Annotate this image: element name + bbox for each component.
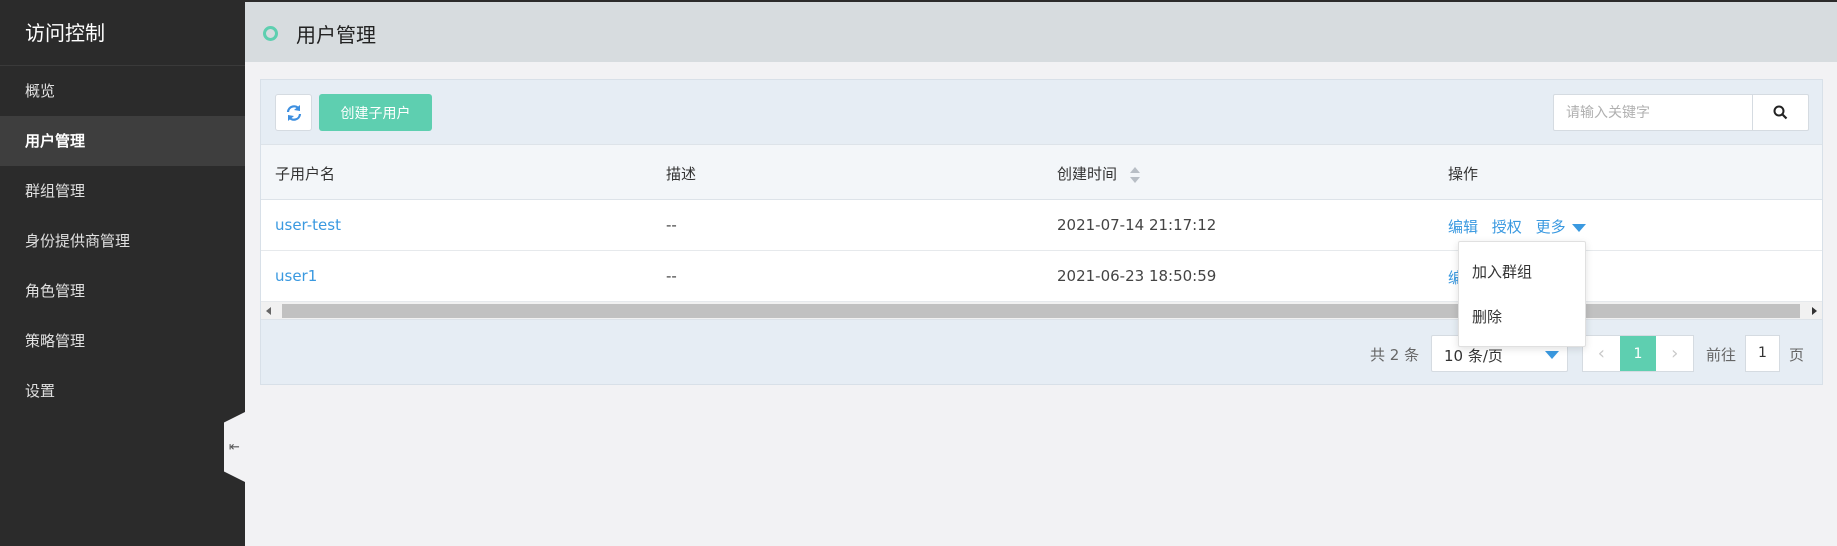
refresh-button[interactable] <box>275 94 312 131</box>
status-dot-icon <box>263 26 278 41</box>
caret-down-icon <box>1571 223 1586 232</box>
sidebar-menu: 概览 用户管理 群组管理 身份提供商管理 角色管理 策略管理 设置 <box>0 66 245 416</box>
toolbar: 创建子用户 <box>261 80 1822 144</box>
horizontal-scrollbar[interactable] <box>261 302 1822 320</box>
menu-item-add-to-group[interactable]: 加入群组 <box>1459 250 1585 295</box>
search-button[interactable] <box>1752 95 1808 130</box>
description-cell: -- <box>666 267 677 285</box>
collapse-left-icon: ⇤ <box>229 439 240 455</box>
actions-cell: 编辑 授权 更多 <box>1448 216 1586 237</box>
sidebar-item-groups[interactable]: 群组管理 <box>0 166 245 216</box>
created-time-cell: 2021-07-14 21:17:12 <box>1057 216 1217 234</box>
pager: ‹ 1 › <box>1582 335 1694 372</box>
sidebar: 访问控制 概览 用户管理 群组管理 身份提供商管理 角色管理 策略管理 设置 <box>0 0 245 546</box>
total-count: 共 2 条 <box>1370 346 1420 364</box>
more-label: 更多 <box>1535 218 1566 236</box>
table-row: user1 -- 2021-06-23 18:50:59 编 <box>261 251 1822 302</box>
scroll-left-icon[interactable] <box>266 307 271 315</box>
page-number-current[interactable]: 1 <box>1619 336 1657 371</box>
edit-link[interactable]: 编辑 <box>1448 218 1478 236</box>
search-box <box>1553 94 1809 131</box>
goto-page-input[interactable]: 1 <box>1745 335 1780 372</box>
search-input[interactable] <box>1554 95 1754 130</box>
goto-label: 前往 <box>1706 346 1737 364</box>
authorize-link[interactable]: 授权 <box>1492 218 1522 236</box>
column-header-actions: 操作 <box>1448 165 1479 183</box>
sort-icon[interactable] <box>1129 166 1140 183</box>
prev-page-button[interactable]: ‹ <box>1583 336 1620 371</box>
sidebar-item-identity-providers[interactable]: 身份提供商管理 <box>0 216 245 266</box>
table-header: 子用户名 描述 创建时间 操作 <box>261 144 1822 200</box>
menu-item-delete[interactable]: 删除 <box>1459 295 1585 340</box>
page-header: 用户管理 <box>245 0 1837 62</box>
table-row: user-test -- 2021-07-14 21:17:12 编辑 授权 更… <box>261 200 1822 251</box>
user-list-panel: 创建子用户 子用户名 描述 创建时间 操作 user-test -- 2021 <box>260 79 1823 385</box>
created-time-cell: 2021-06-23 18:50:59 <box>1057 267 1217 285</box>
next-page-button[interactable]: › <box>1656 336 1693 371</box>
pagination: 共 2 条 10 条/页 ‹ 1 › 前往 1 页 <box>261 320 1822 386</box>
sidebar-collapse-button[interactable]: ⇤ <box>224 412 245 482</box>
column-header-created-time-label: 创建时间 <box>1057 165 1118 183</box>
more-link[interactable]: 更多 <box>1536 218 1586 236</box>
description-cell: -- <box>666 216 677 234</box>
user-table: 子用户名 描述 创建时间 操作 user-test -- 2021-07-14 … <box>261 144 1822 302</box>
search-icon <box>1773 105 1788 120</box>
username-link[interactable]: user1 <box>275 267 317 285</box>
sidebar-item-overview[interactable]: 概览 <box>0 66 245 116</box>
username-link[interactable]: user-test <box>275 216 341 234</box>
sidebar-item-policies[interactable]: 策略管理 <box>0 316 245 366</box>
column-header-created-time[interactable]: 创建时间 <box>1057 163 1140 184</box>
sidebar-title: 访问控制 <box>0 0 245 66</box>
goto-suffix: 页 <box>1789 346 1805 364</box>
more-actions-dropdown: 加入群组 删除 <box>1458 241 1586 347</box>
scroll-right-icon[interactable] <box>1812 307 1817 315</box>
sidebar-item-roles[interactable]: 角色管理 <box>0 266 245 316</box>
column-header-username: 子用户名 <box>275 165 336 183</box>
create-subuser-button[interactable]: 创建子用户 <box>319 94 432 131</box>
page-size-value: 10 条/页 <box>1444 347 1503 365</box>
sidebar-item-users[interactable]: 用户管理 <box>0 116 245 166</box>
sidebar-item-settings[interactable]: 设置 <box>0 366 245 416</box>
page-title: 用户管理 <box>296 23 376 47</box>
caret-down-icon <box>1545 351 1559 359</box>
refresh-icon <box>286 104 301 121</box>
column-header-description: 描述 <box>666 165 697 183</box>
